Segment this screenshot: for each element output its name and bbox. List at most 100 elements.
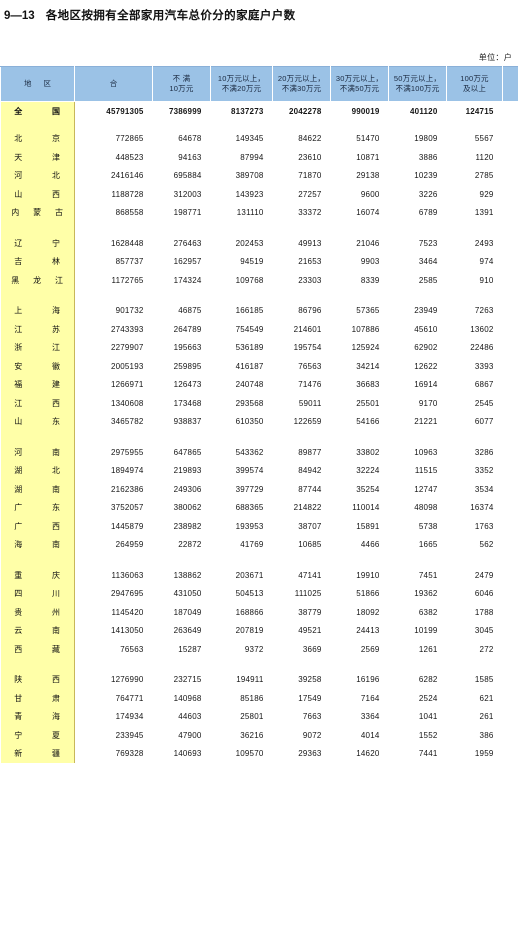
table-spacer-row xyxy=(0,431,518,443)
value-cell: 2524 xyxy=(418,693,438,703)
value-cell: 504513 xyxy=(235,589,264,599)
region-name: 湖南 xyxy=(14,484,60,495)
value-cell: 44143 xyxy=(503,640,518,659)
value-cell: 2279907 xyxy=(110,343,144,353)
value-cell: 1216522 xyxy=(503,167,518,186)
region-name-char: 国 xyxy=(52,106,61,116)
value-cell: 109768 xyxy=(235,275,264,285)
value-cell: 2975955 xyxy=(110,447,144,457)
region-name-char: 山 xyxy=(14,189,23,199)
region-name-char: 山 xyxy=(14,417,23,427)
table-row: 浙江 2279907 195663 536189 195754 125924 62902 22… xyxy=(0,338,518,357)
header-row: 地 区 合 不 满 10万元 10万元以上， 不满20万元 20万元以上， 不满… xyxy=(0,66,518,102)
value-cell: 695884 xyxy=(173,171,202,181)
region-cell: 安徽 xyxy=(0,357,75,376)
region-name-char: 四 xyxy=(14,589,23,599)
value-cell: 25501 xyxy=(356,398,380,408)
region-cell: 福建 xyxy=(0,375,75,394)
value-cell: 19362 xyxy=(414,589,438,599)
column-header-over-1m-line2: 及以上 xyxy=(462,84,487,93)
region-name-char: 安 xyxy=(14,361,23,371)
value-cell: 1202319 xyxy=(503,357,518,376)
region-name-char: 宁 xyxy=(14,730,23,740)
table-row: 北京77286564678149345846225147019809556739… xyxy=(0,129,518,148)
value-cell: 272 xyxy=(479,644,494,654)
value-cell: 16074 xyxy=(356,208,380,218)
value-cell: 87744 xyxy=(298,484,322,494)
value-cell: 9372 xyxy=(244,644,264,654)
region-name: 上海 xyxy=(14,305,60,316)
column-header-300k-500k-line1: 30万元以上， xyxy=(335,73,384,83)
region-name-char: 江 xyxy=(52,343,61,353)
region-name-char: 湖 xyxy=(14,466,23,476)
value-cell: 18092 xyxy=(356,607,380,617)
value-cell: 233945 xyxy=(115,730,144,740)
table-row: 青海174934446032580176633364104126192211 xyxy=(0,707,518,726)
column-header-under-100k-line2: 10万元 xyxy=(169,84,194,93)
value-cell: 27257 xyxy=(298,189,322,199)
value-cell: 1266971 xyxy=(110,380,144,390)
region-name-char: 西 xyxy=(52,521,61,531)
value-cell: 124715 xyxy=(465,106,494,116)
region-cell: 云南 xyxy=(0,621,75,640)
value-cell: 64678 xyxy=(178,134,202,144)
value-cell: 15287 xyxy=(178,644,202,654)
value-cell: 162957 xyxy=(173,257,202,267)
value-cell: 510759 xyxy=(503,689,518,708)
value-cell: 868558 xyxy=(115,208,144,218)
value-cell: 94519 xyxy=(240,257,264,267)
region-cell: 湖北 xyxy=(0,461,75,480)
spacer-cell xyxy=(75,290,153,302)
value-cell: 6046 xyxy=(474,589,494,599)
region-name: 海南 xyxy=(14,539,60,550)
value-cell: 1342356 xyxy=(503,320,518,339)
value-cell: 259895 xyxy=(173,361,202,371)
spacer-cell xyxy=(389,121,447,130)
value-cell: 17549 xyxy=(298,693,322,703)
region-name-char: 江 xyxy=(55,275,64,285)
spacer-cell xyxy=(153,121,211,130)
value-cell: 166185 xyxy=(235,306,264,316)
unit-label: 单位：户 xyxy=(478,53,512,62)
region-name-char: 海 xyxy=(14,540,23,550)
value-cell: 465682 xyxy=(503,745,518,764)
value-cell: 49913 xyxy=(298,238,322,248)
value-cell: 777345 xyxy=(503,394,518,413)
spacer-cell xyxy=(153,222,211,234)
value-cell: 29138 xyxy=(356,171,380,181)
value-cell: 647865 xyxy=(173,447,202,457)
region-name-char: 南 xyxy=(52,447,61,457)
value-cell: 12747 xyxy=(414,484,438,494)
value-cell: 3464 xyxy=(418,257,438,267)
value-cell: 6867 xyxy=(474,380,494,390)
region-cell: 广西 xyxy=(0,517,75,536)
value-cell: 45791305 xyxy=(106,106,144,116)
spacer-cell xyxy=(331,554,389,566)
table-row: 全国 45791305 7386999 8137273 2042278 990019 401… xyxy=(0,101,518,121)
region-name: 辽宁 xyxy=(14,238,60,249)
value-cell: 1894974 xyxy=(110,466,144,476)
value-cell: 122659 xyxy=(293,417,322,427)
value-cell: 3465782 xyxy=(110,417,144,427)
table-header: 地 区 合 不 满 10万元 10万元以上， 不满20万元 20万元以上， 不满… xyxy=(0,66,518,102)
region-name: 河南 xyxy=(14,447,60,458)
spacer-region-cell xyxy=(0,431,75,443)
value-cell: 16374 xyxy=(470,503,494,513)
value-cell: 140968 xyxy=(173,693,202,703)
value-cell: 1172765 xyxy=(111,275,144,285)
table-row: 新疆76932814069310957029363146207441195946… xyxy=(0,744,518,764)
spacer-cell xyxy=(75,121,153,130)
value-cell: 9600 xyxy=(360,189,380,199)
value-cell: 5567 xyxy=(474,134,494,144)
region-cell: 广东 xyxy=(0,498,75,517)
value-cell: 44603 xyxy=(178,712,202,722)
value-cell: 94163 xyxy=(178,152,202,162)
value-cell: 3534 xyxy=(474,484,494,494)
region-name: 内蒙古 xyxy=(11,207,63,218)
table-row: 海南26495922872417691068544661665562182940 xyxy=(0,535,518,554)
value-cell: 238982 xyxy=(173,521,202,531)
value-cell: 261 xyxy=(479,712,494,722)
value-cell: 929 xyxy=(479,189,494,199)
value-cell: 249306 xyxy=(173,484,202,494)
column-header-over-1m: 100万元 及以上 xyxy=(446,66,503,102)
